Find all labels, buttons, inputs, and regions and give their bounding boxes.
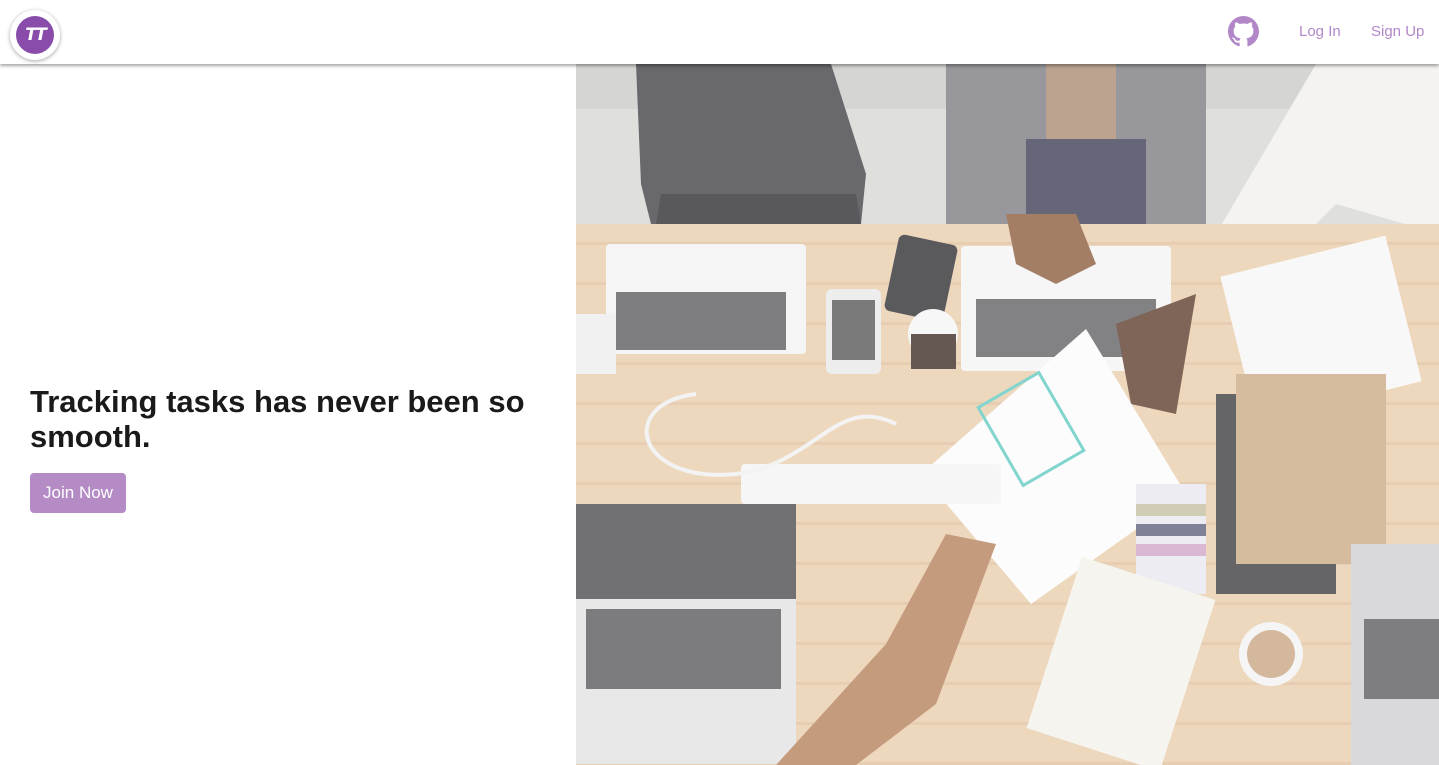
join-now-button[interactable]: Join Now xyxy=(30,473,126,513)
home-logo-link[interactable]: TT xyxy=(10,10,60,60)
tt-logo-icon: TT xyxy=(16,16,54,54)
login-link[interactable]: Log In xyxy=(1299,22,1341,42)
logo-text: TT xyxy=(25,25,47,45)
github-icon xyxy=(1228,16,1259,47)
github-link[interactable] xyxy=(1228,16,1259,47)
hero-photo-illustration xyxy=(576,64,1439,765)
hero-headline: Tracking tasks has never been so smooth. xyxy=(30,384,525,454)
signup-link[interactable]: Sign Up xyxy=(1371,22,1424,42)
navbar: TT Log In Sign Up xyxy=(0,0,1439,64)
hero-image xyxy=(576,64,1439,765)
